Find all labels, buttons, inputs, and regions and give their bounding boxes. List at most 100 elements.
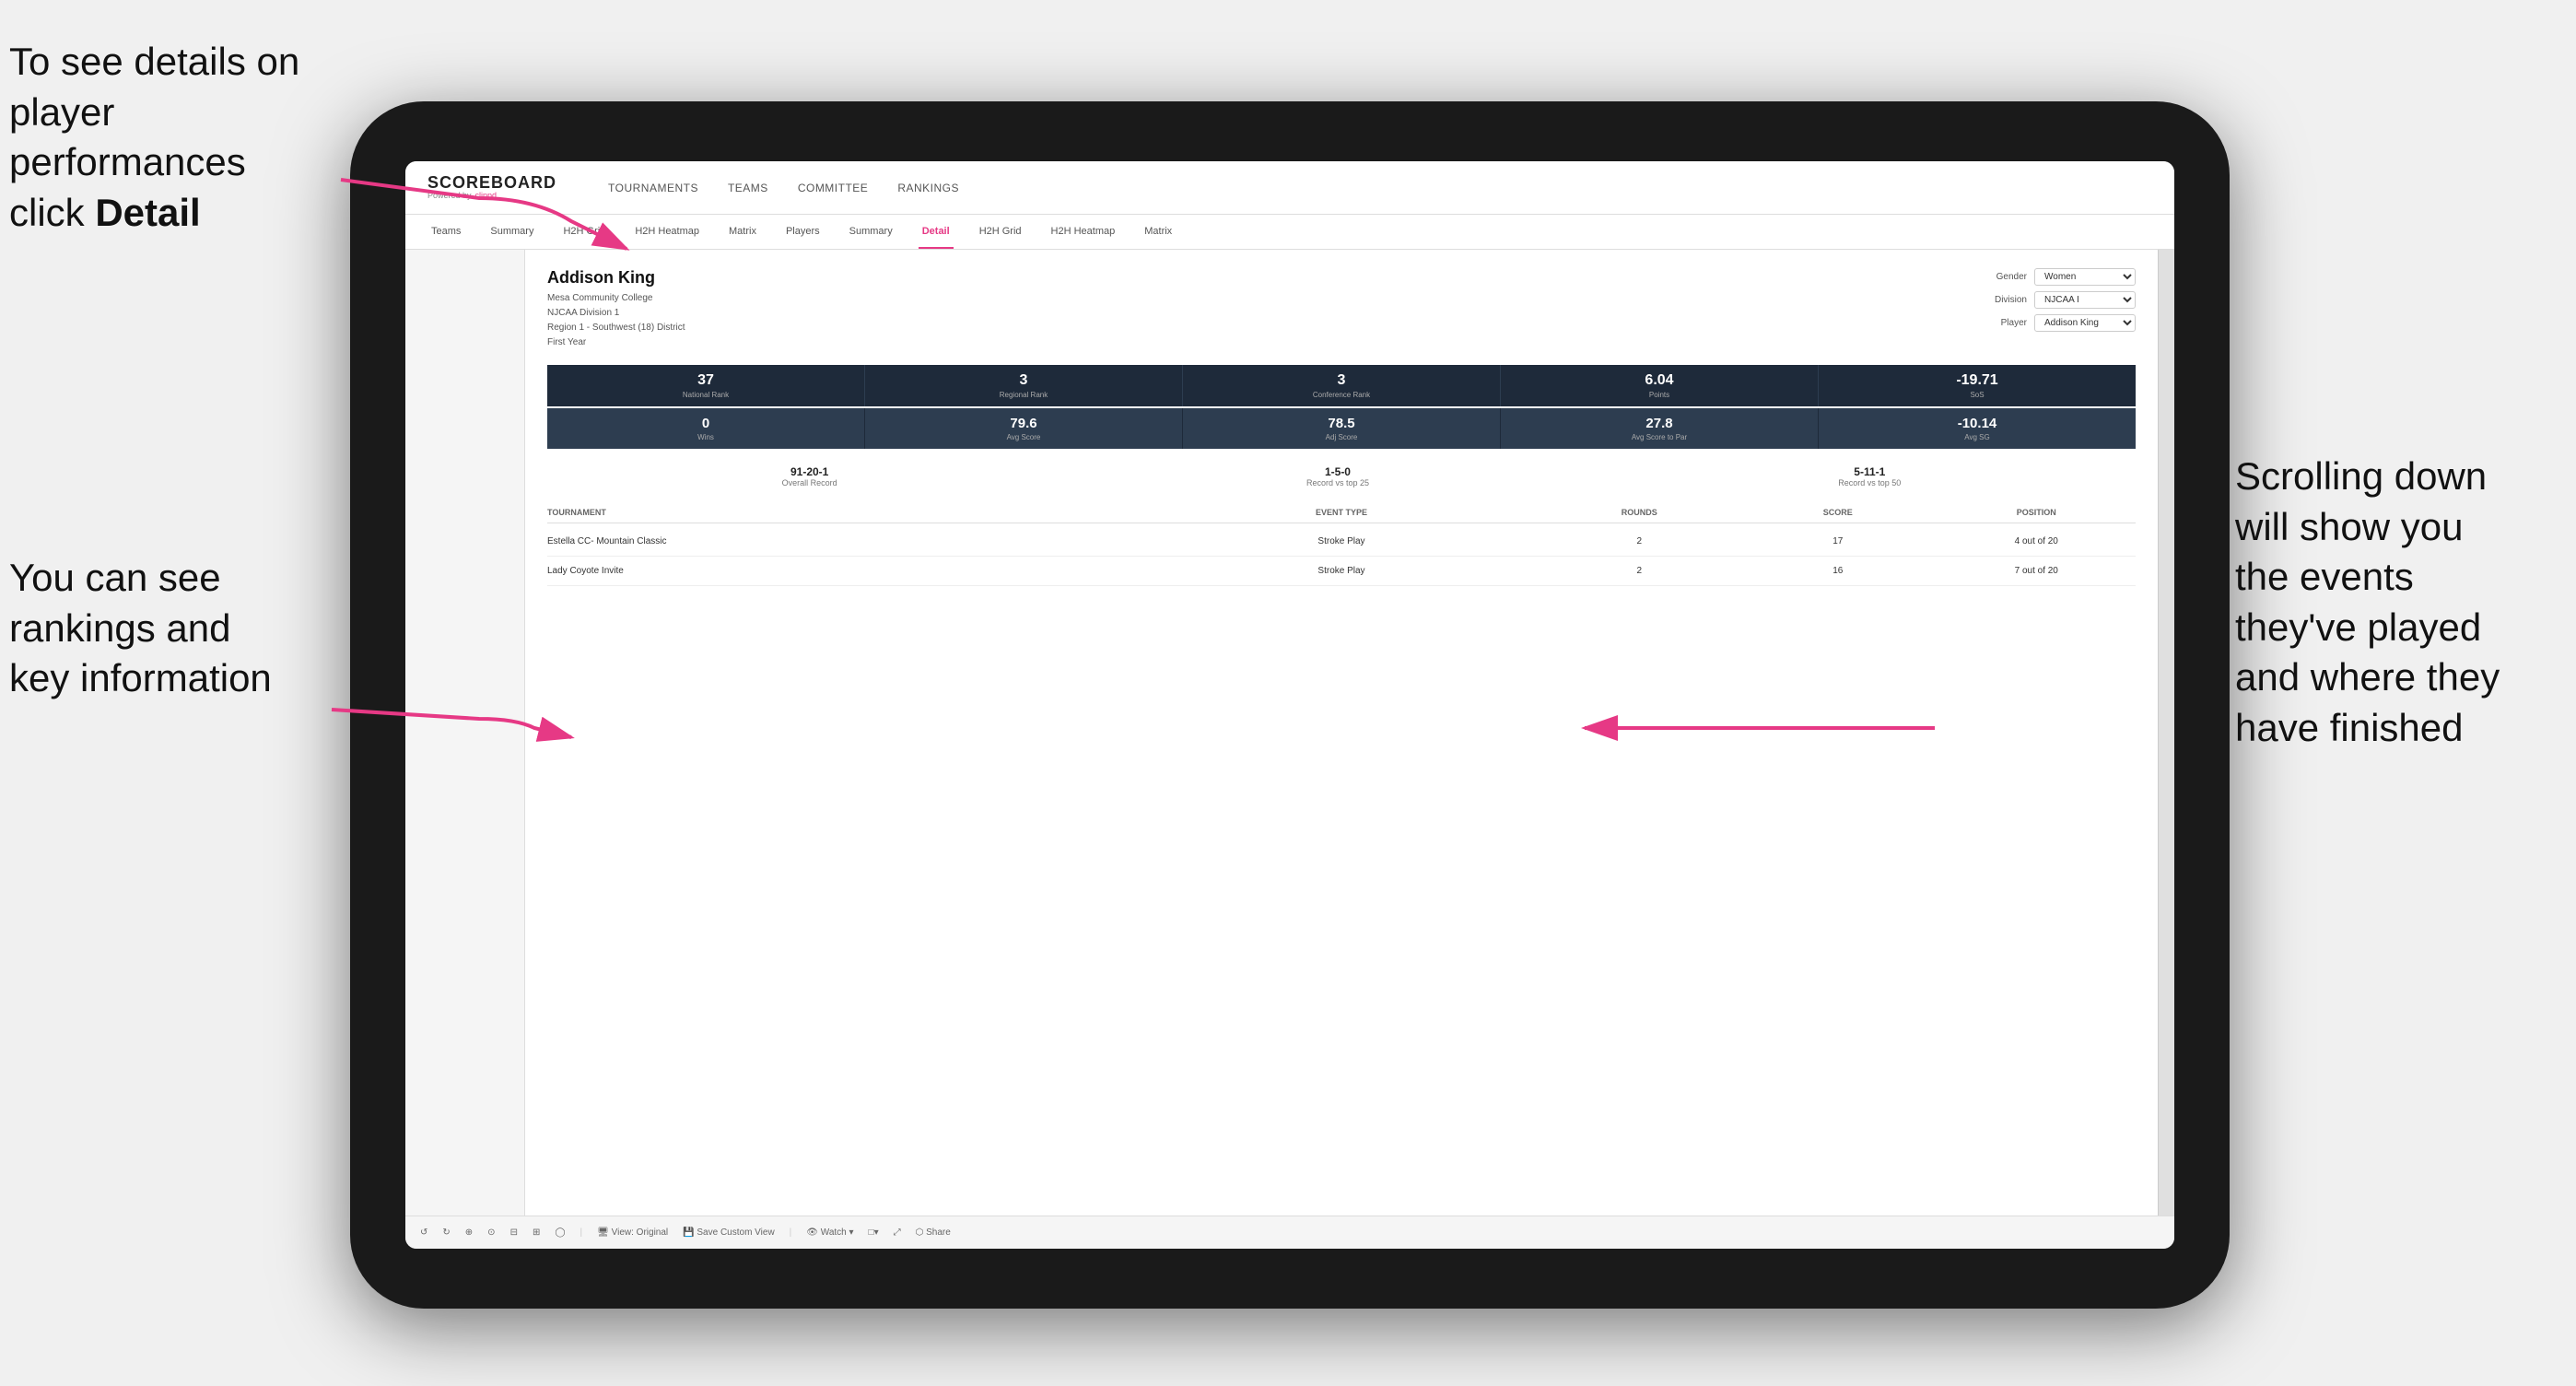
stat-adj-score-label: Adj Score xyxy=(1187,433,1496,441)
th-position: Position xyxy=(1938,508,2137,517)
td-rounds-1: 2 xyxy=(1540,536,1739,546)
record-top50-value: 5-11-1 xyxy=(1838,465,1901,478)
toolbar-share[interactable]: ⬡ Share xyxy=(916,1227,951,1238)
toolbar-redo[interactable]: ↻ xyxy=(442,1227,450,1238)
tab-matrix2[interactable]: Matrix xyxy=(1141,215,1176,249)
stat-avg-score-to-par-label: Avg Score to Par xyxy=(1505,433,1814,441)
player-filter-row: Player Addison King xyxy=(1979,314,2136,332)
stat-sos: -19.71 SoS xyxy=(1819,365,2136,406)
stat-avg-sg-label: Avg SG xyxy=(1822,433,2132,441)
stat-national-rank-label: National Rank xyxy=(551,391,861,399)
toolbar-zoom-fit[interactable]: ⊕ xyxy=(465,1227,473,1238)
division-select[interactable]: NJCAA I NJCAA II xyxy=(2034,291,2136,309)
player-filters: Gender Women Men Division NJCAA I NJCAA … xyxy=(1979,268,2136,332)
record-top50-label: Record vs top 50 xyxy=(1838,478,1901,487)
toolbar-sep2: | xyxy=(790,1227,792,1238)
tab-h2h-heatmap2[interactable]: H2H Heatmap xyxy=(1048,215,1119,249)
stat-avg-sg: -10.14 Avg SG xyxy=(1819,408,2136,449)
stat-national-rank: 37 National Rank xyxy=(547,365,865,406)
stat-wins-value: 0 xyxy=(551,416,861,431)
toolbar-zoom-in[interactable]: ⊞ xyxy=(533,1227,540,1238)
toolbar-sep1: | xyxy=(580,1227,583,1238)
player-label: Player xyxy=(1979,318,2027,328)
td-position-2: 7 out of 20 xyxy=(1938,566,2137,576)
table-row: Lady Coyote Invite Stroke Play 2 16 7 ou… xyxy=(547,557,2136,586)
left-sidebar xyxy=(405,250,525,1216)
annotation-right: Scrolling downwill show youthe eventsthe… xyxy=(2235,452,2567,754)
tab-summary[interactable]: Summary xyxy=(486,215,537,249)
table-header: Tournament Event Type Rounds Score Posit… xyxy=(547,508,2136,523)
stat-regional-rank: 3 Regional Rank xyxy=(865,365,1183,406)
toolbar-timer[interactable]: ◯ xyxy=(555,1227,565,1238)
bottom-toolbar: ↺ ↻ ⊕ ⊙ ⊟ ⊞ ◯ | 🖥 View: Original 💾 Save … xyxy=(405,1216,2174,1249)
tab-teams[interactable]: Teams xyxy=(427,215,464,249)
player-year: First Year xyxy=(547,335,685,350)
player-school: Mesa Community College xyxy=(547,291,685,306)
gender-label: Gender xyxy=(1979,272,2027,282)
player-info: Addison King Mesa Community College NJCA… xyxy=(547,268,685,350)
toolbar-display[interactable]: □▾ xyxy=(869,1227,879,1238)
toolbar-watch[interactable]: 👁 Watch ▾ xyxy=(806,1227,853,1238)
td-tournament-1: Estella CC- Mountain Classic xyxy=(547,536,1143,546)
player-select[interactable]: Addison King xyxy=(2034,314,2136,332)
toolbar-expand[interactable]: ⤢ xyxy=(894,1227,901,1238)
nav-tournaments[interactable]: TOURNAMENTS xyxy=(608,182,698,194)
nav-teams[interactable]: TEAMS xyxy=(728,182,768,194)
gender-select[interactable]: Women Men xyxy=(2034,268,2136,286)
player-name: Addison King xyxy=(547,268,685,288)
tab-h2h-grid[interactable]: H2H Grid xyxy=(559,215,609,249)
stat-wins: 0 Wins xyxy=(547,408,865,449)
toolbar-zoom-reset[interactable]: ⊙ xyxy=(487,1227,495,1238)
stat-adj-score-value: 78.5 xyxy=(1187,416,1496,431)
sub-nav: Teams Summary H2H Grid H2H Heatmap Matri… xyxy=(405,215,2174,250)
toolbar-undo[interactable]: ↺ xyxy=(420,1227,427,1238)
record-overall-label: Overall Record xyxy=(782,478,837,487)
stat-avg-score-to-par-value: 27.8 xyxy=(1505,416,1814,431)
main-content: Addison King Mesa Community College NJCA… xyxy=(405,250,2174,1216)
nav-committee[interactable]: COMMITTEE xyxy=(798,182,869,194)
stat-points: 6.04 Points xyxy=(1501,365,1819,406)
stat-national-rank-value: 37 xyxy=(551,372,861,389)
record-overall-value: 91-20-1 xyxy=(782,465,837,478)
nav-rankings[interactable]: RANKINGS xyxy=(897,182,959,194)
annotation-right-text: Scrolling downwill show youthe eventsthe… xyxy=(2235,454,2500,749)
tab-summary2[interactable]: Summary xyxy=(846,215,896,249)
tablet-screen: SCOREBOARD Powered by clippd TOURNAMENTS… xyxy=(405,161,2174,1249)
stat-points-value: 6.04 xyxy=(1505,372,1814,389)
logo-title: SCOREBOARD xyxy=(427,174,556,193)
records-row: 91-20-1 Overall Record 1-5-0 Record vs t… xyxy=(547,460,2136,493)
annotation-bold-detail: Detail xyxy=(95,191,200,234)
th-rounds: Rounds xyxy=(1540,508,1739,517)
td-score-2: 16 xyxy=(1739,566,1938,576)
th-score: Score xyxy=(1739,508,1938,517)
stat-conference-rank: 3 Conference Rank xyxy=(1183,365,1501,406)
tab-detail[interactable]: Detail xyxy=(919,215,954,249)
player-division: NJCAA Division 1 xyxy=(547,306,685,321)
toolbar-view-original[interactable]: 🖥 View: Original xyxy=(597,1227,668,1238)
tab-players[interactable]: Players xyxy=(782,215,824,249)
stat-conference-rank-value: 3 xyxy=(1187,372,1496,389)
stat-points-label: Points xyxy=(1505,391,1814,399)
annotation-bottom-left-text: You can seerankings andkey information xyxy=(9,556,272,699)
toolbar-zoom-out[interactable]: ⊟ xyxy=(510,1227,518,1238)
logo-powered-row: Powered by clippd xyxy=(427,192,556,201)
stat-conference-rank-label: Conference Rank xyxy=(1187,391,1496,399)
annotation-top-left-text: To see details on player performances cl… xyxy=(9,40,299,234)
division-filter-row: Division NJCAA I NJCAA II xyxy=(1979,291,2136,309)
annotation-bottom-left: You can seerankings andkey information xyxy=(9,553,322,704)
stat-avg-sg-value: -10.14 xyxy=(1822,416,2132,431)
tab-h2h-heatmap[interactable]: H2H Heatmap xyxy=(631,215,703,249)
toolbar-save-custom[interactable]: 💾 Save Custom View xyxy=(683,1227,775,1238)
stat-avg-score-value: 79.6 xyxy=(869,416,1178,431)
player-region: Region 1 - Southwest (18) District xyxy=(547,321,685,335)
stat-avg-score-label: Avg Score xyxy=(869,433,1178,441)
td-score-1: 17 xyxy=(1739,536,1938,546)
stat-regional-rank-label: Regional Rank xyxy=(869,391,1178,399)
td-rounds-2: 2 xyxy=(1540,566,1739,576)
tab-h2h-grid2[interactable]: H2H Grid xyxy=(976,215,1025,249)
right-sidebar xyxy=(2158,250,2174,1216)
annotation-top-left: To see details on player performances cl… xyxy=(9,37,322,238)
tab-matrix[interactable]: Matrix xyxy=(725,215,760,249)
record-top25-value: 1-5-0 xyxy=(1306,465,1369,478)
logo-powered-text: Powered by xyxy=(427,192,472,201)
